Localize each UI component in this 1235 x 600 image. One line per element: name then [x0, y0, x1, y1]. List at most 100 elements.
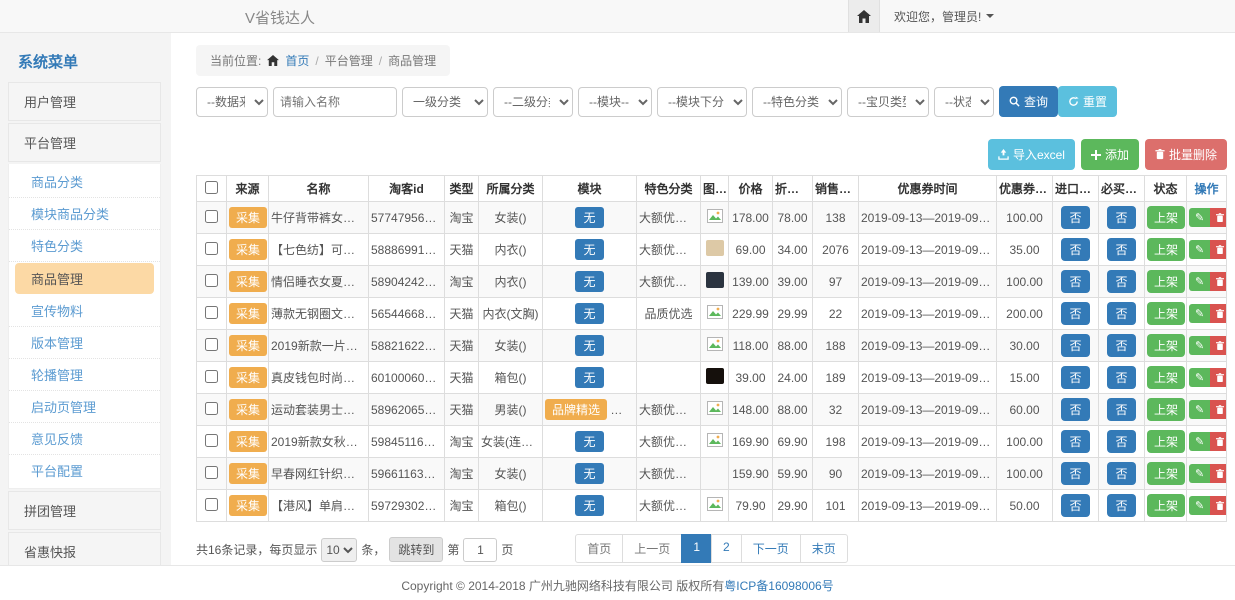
pager-page-2[interactable]: 2: [711, 534, 742, 563]
edit-button[interactable]: ✎: [1189, 432, 1210, 451]
breadcrumb-home-link[interactable]: 首页: [285, 52, 309, 69]
reset-button[interactable]: 重置: [1058, 86, 1117, 117]
pager-page-1[interactable]: 1: [681, 534, 712, 563]
pager-next[interactable]: 下一页: [741, 534, 801, 563]
import-select-toggle[interactable]: 否: [1061, 398, 1089, 421]
import-select-toggle[interactable]: 否: [1061, 270, 1089, 293]
row-checkbox[interactable]: [205, 434, 218, 447]
must-buy-toggle[interactable]: 否: [1107, 366, 1135, 389]
module-select[interactable]: --模块--: [578, 87, 652, 117]
delete-button[interactable]: [1210, 240, 1226, 259]
per-page-select[interactable]: 10: [321, 538, 357, 562]
category1-select[interactable]: 一级分类: [402, 87, 488, 117]
sidebar-subitem-feedback[interactable]: 意见反馈: [9, 423, 160, 455]
import-select-toggle[interactable]: 否: [1061, 238, 1089, 261]
icp-link[interactable]: 粤ICP备16098006号: [724, 579, 833, 593]
user-menu[interactable]: 欢迎您，管理员!: [880, 8, 1235, 25]
import-select-toggle[interactable]: 否: [1061, 302, 1089, 325]
must-buy-toggle[interactable]: 否: [1107, 238, 1135, 261]
status-toggle[interactable]: 上架: [1147, 366, 1185, 389]
delete-button[interactable]: [1210, 304, 1226, 323]
must-buy-toggle[interactable]: 否: [1107, 462, 1135, 485]
edit-button[interactable]: ✎: [1189, 368, 1210, 387]
delete-button[interactable]: [1210, 464, 1226, 483]
sidebar-item-groupbuy-management[interactable]: 拼团管理: [8, 491, 161, 530]
edit-button[interactable]: ✎: [1189, 208, 1210, 227]
delete-button[interactable]: [1210, 336, 1226, 355]
status-toggle[interactable]: 上架: [1147, 462, 1185, 485]
must-buy-toggle[interactable]: 否: [1107, 270, 1135, 293]
name-search-input[interactable]: [273, 87, 397, 117]
sidebar-item-platform-management[interactable]: 平台管理: [8, 123, 161, 162]
add-button[interactable]: 添加: [1081, 139, 1139, 170]
row-checkbox[interactable]: [205, 210, 218, 223]
row-checkbox[interactable]: [205, 274, 218, 287]
sidebar-item-savings-express[interactable]: 省惠快报: [8, 532, 161, 565]
pager-prev[interactable]: 上一页: [622, 534, 682, 563]
sidebar-subitem-carousel-management[interactable]: 轮播管理: [9, 359, 160, 391]
pager-first[interactable]: 首页: [575, 534, 623, 563]
module-sub-select[interactable]: --模块下分类--: [657, 87, 747, 117]
select-all-checkbox[interactable]: [205, 181, 218, 194]
row-checkbox[interactable]: [205, 338, 218, 351]
sidebar-subitem-module-product-category[interactable]: 模块商品分类: [9, 198, 160, 230]
category2-select[interactable]: --二级分类--: [493, 87, 573, 117]
edit-button[interactable]: ✎: [1189, 336, 1210, 355]
sidebar-subitem-feature-category[interactable]: 特色分类: [9, 230, 160, 262]
import-excel-button[interactable]: 导入excel: [988, 139, 1075, 170]
status-toggle[interactable]: 上架: [1147, 494, 1185, 517]
data-source-select[interactable]: --数据来源--: [196, 87, 268, 117]
row-checkbox[interactable]: [205, 402, 218, 415]
status-toggle[interactable]: 上架: [1147, 206, 1185, 229]
status-toggle[interactable]: 上架: [1147, 270, 1185, 293]
status-toggle[interactable]: 上架: [1147, 334, 1185, 357]
import-select-toggle[interactable]: 否: [1061, 430, 1089, 453]
edit-button[interactable]: ✎: [1189, 240, 1210, 259]
pager-last[interactable]: 末页: [800, 534, 848, 563]
import-select-toggle[interactable]: 否: [1061, 494, 1089, 517]
edit-button[interactable]: ✎: [1189, 400, 1210, 419]
import-select-toggle[interactable]: 否: [1061, 366, 1089, 389]
status-toggle[interactable]: 上架: [1147, 302, 1185, 325]
delete-button[interactable]: [1210, 496, 1226, 515]
feature-category-select[interactable]: --特色分类--: [752, 87, 842, 117]
search-button[interactable]: 查询: [999, 86, 1058, 117]
sidebar-subitem-product-category[interactable]: 商品分类: [9, 166, 160, 198]
import-select-toggle[interactable]: 否: [1061, 334, 1089, 357]
sidebar-subitem-version-management[interactable]: 版本管理: [9, 327, 160, 359]
delete-button[interactable]: [1210, 272, 1226, 291]
edit-button[interactable]: ✎: [1189, 496, 1210, 515]
row-checkbox[interactable]: [205, 306, 218, 319]
sidebar-subitem-promo-material[interactable]: 宣传物料: [9, 295, 160, 327]
jump-page-input[interactable]: [463, 538, 497, 562]
sidebar-item-user-management[interactable]: 用户管理: [8, 82, 161, 121]
row-checkbox[interactable]: [205, 466, 218, 479]
sidebar-subitem-platform-config[interactable]: 平台配置: [9, 455, 160, 486]
batch-delete-button[interactable]: 批量删除: [1145, 139, 1227, 170]
row-checkbox[interactable]: [205, 370, 218, 383]
sidebar-subitem-product-management-active[interactable]: 商品管理: [15, 263, 154, 294]
status-toggle[interactable]: 上架: [1147, 398, 1185, 421]
must-buy-toggle[interactable]: 否: [1107, 430, 1135, 453]
row-checkbox[interactable]: [205, 498, 218, 511]
row-checkbox[interactable]: [205, 242, 218, 255]
status-toggle[interactable]: 上架: [1147, 430, 1185, 453]
edit-button[interactable]: ✎: [1189, 304, 1210, 323]
sidebar-subitem-splash-management[interactable]: 启动页管理: [9, 391, 160, 423]
status-toggle[interactable]: 上架: [1147, 238, 1185, 261]
item-type-select[interactable]: --宝贝类型--: [847, 87, 929, 117]
must-buy-toggle[interactable]: 否: [1107, 494, 1135, 517]
must-buy-toggle[interactable]: 否: [1107, 398, 1135, 421]
status-select[interactable]: --状态--: [934, 87, 994, 117]
delete-button[interactable]: [1210, 432, 1226, 451]
delete-button[interactable]: [1210, 208, 1226, 227]
must-buy-toggle[interactable]: 否: [1107, 334, 1135, 357]
home-button[interactable]: [848, 0, 880, 32]
delete-button[interactable]: [1210, 400, 1226, 419]
delete-button[interactable]: [1210, 368, 1226, 387]
import-select-toggle[interactable]: 否: [1061, 462, 1089, 485]
jump-button[interactable]: 跳转到: [389, 537, 443, 562]
edit-button[interactable]: ✎: [1189, 272, 1210, 291]
must-buy-toggle[interactable]: 否: [1107, 206, 1135, 229]
edit-button[interactable]: ✎: [1189, 464, 1210, 483]
